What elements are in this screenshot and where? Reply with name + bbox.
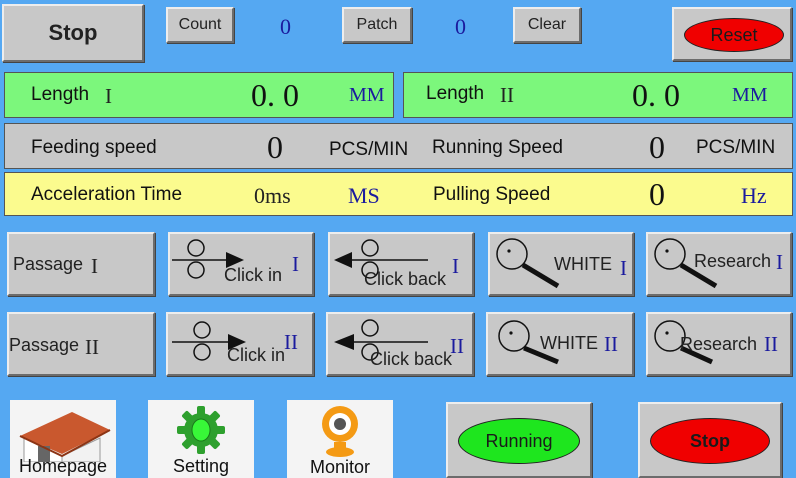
research-1-label: Research <box>694 251 772 271</box>
length-2-roman: II <box>500 83 514 107</box>
length-1-label: Length <box>31 84 90 105</box>
click-in-1-label: Click in <box>224 265 283 285</box>
running-speed-label: Running Speed <box>432 137 563 158</box>
research-1-button[interactable]: Research I <box>646 232 792 296</box>
speed-panel: Feeding speed 0 PCS/MIN Running Speed 0 … <box>4 123 793 169</box>
click-back-2-label: Click back <box>370 349 453 369</box>
white-1-label: WHITE <box>554 254 612 274</box>
length-1-panel: Length I 0. 0 MM <box>4 72 394 118</box>
reset-indicator: Reset <box>684 18 784 52</box>
length-1-unit: MM <box>349 84 385 106</box>
running-label: Running <box>485 430 553 451</box>
clear-label: Clear <box>527 16 567 33</box>
click-back-2-button[interactable]: Click back II <box>326 312 474 376</box>
setting-button[interactable]: Setting <box>148 400 254 478</box>
white-2-roman: II <box>604 332 618 356</box>
feeding-speed-value: 0 <box>267 129 283 165</box>
acceleration-time-value: 0ms <box>254 183 291 208</box>
pulling-speed-value: 0 <box>649 176 665 212</box>
white-2-button[interactable]: WHITE II <box>486 312 634 376</box>
reset-button[interactable]: Reset <box>672 7 792 61</box>
webcam-icon <box>322 406 358 457</box>
length-2-value: 0. 0 <box>632 77 680 113</box>
running-indicator: Running <box>458 418 580 464</box>
click-in-2-roman: II <box>284 330 298 354</box>
pulling-speed-unit: Hz <box>741 183 767 208</box>
gear-icon <box>177 406 225 454</box>
white-1-button[interactable]: WHITE I <box>488 232 634 296</box>
passage-1-roman: I <box>91 254 98 278</box>
passage-2-label: Passage <box>9 335 80 355</box>
click-in-2-label: Click in <box>227 345 286 365</box>
running-button[interactable]: Running <box>446 402 592 478</box>
count-value: 0 <box>280 14 291 39</box>
monitor-button[interactable]: Monitor <box>287 400 393 478</box>
clear-button[interactable]: Clear <box>513 7 581 43</box>
length-2-panel: Length II 0. 0 MM <box>403 72 793 118</box>
acceleration-time-unit: MS <box>348 183 380 208</box>
acceleration-time-label: Acceleration Time <box>31 184 183 205</box>
click-back-1-roman: I <box>452 254 459 278</box>
patch-label: Patch <box>356 16 398 33</box>
click-back-1-button[interactable]: Click back I <box>328 232 474 296</box>
homepage-button[interactable]: Homepage <box>10 400 116 478</box>
setting-label: Setting <box>172 456 230 476</box>
passage-1-button[interactable]: Passage I <box>7 232 155 296</box>
patch-value: 0 <box>455 14 466 39</box>
monitor-label: Monitor <box>309 457 371 477</box>
count-label: Count <box>178 16 222 33</box>
length-2-label: Length <box>426 83 485 104</box>
white-2-label: WHITE <box>540 333 598 353</box>
pulling-speed-label: Pulling Speed <box>433 184 551 205</box>
research-2-roman: II <box>764 332 778 356</box>
stop-bottom-label: Stop <box>690 430 730 451</box>
research-2-label: Research <box>680 334 758 354</box>
stop-label: Stop <box>48 20 98 45</box>
count-button[interactable]: Count <box>166 7 234 43</box>
click-in-2-button[interactable]: Click in II <box>166 312 314 376</box>
passage-2-button[interactable]: Passage II <box>7 312 155 376</box>
length-1-roman: I <box>105 84 112 108</box>
stop-button-bottom[interactable]: Stop <box>638 402 782 478</box>
running-speed-unit: PCS/MIN <box>696 137 776 158</box>
stop-button-top[interactable]: Stop <box>2 4 144 62</box>
click-in-1-roman: I <box>292 252 299 276</box>
click-back-2-roman: II <box>450 334 464 358</box>
feeding-speed-unit: PCS/MIN <box>329 139 409 160</box>
click-in-1-button[interactable]: Click in I <box>168 232 314 296</box>
passage-2-roman: II <box>85 335 99 359</box>
research-1-roman: I <box>776 250 783 274</box>
stop-indicator: Stop <box>650 418 770 464</box>
running-speed-value: 0 <box>649 129 665 165</box>
homepage-label: Homepage <box>18 456 108 476</box>
house-icon <box>19 412 111 462</box>
length-1-value: 0. 0 <box>251 77 299 113</box>
reset-label: Reset <box>710 24 758 45</box>
acceleration-panel: Acceleration Time 0ms MS Pulling Speed 0… <box>4 172 793 216</box>
click-back-1-label: Click back <box>364 269 447 289</box>
patch-button[interactable]: Patch <box>342 7 412 43</box>
white-1-roman: I <box>620 256 627 280</box>
feeding-speed-label: Feeding speed <box>31 137 157 158</box>
length-2-unit: MM <box>732 84 768 106</box>
passage-1-label: Passage <box>13 254 84 274</box>
research-2-button[interactable]: Research II <box>646 312 792 376</box>
